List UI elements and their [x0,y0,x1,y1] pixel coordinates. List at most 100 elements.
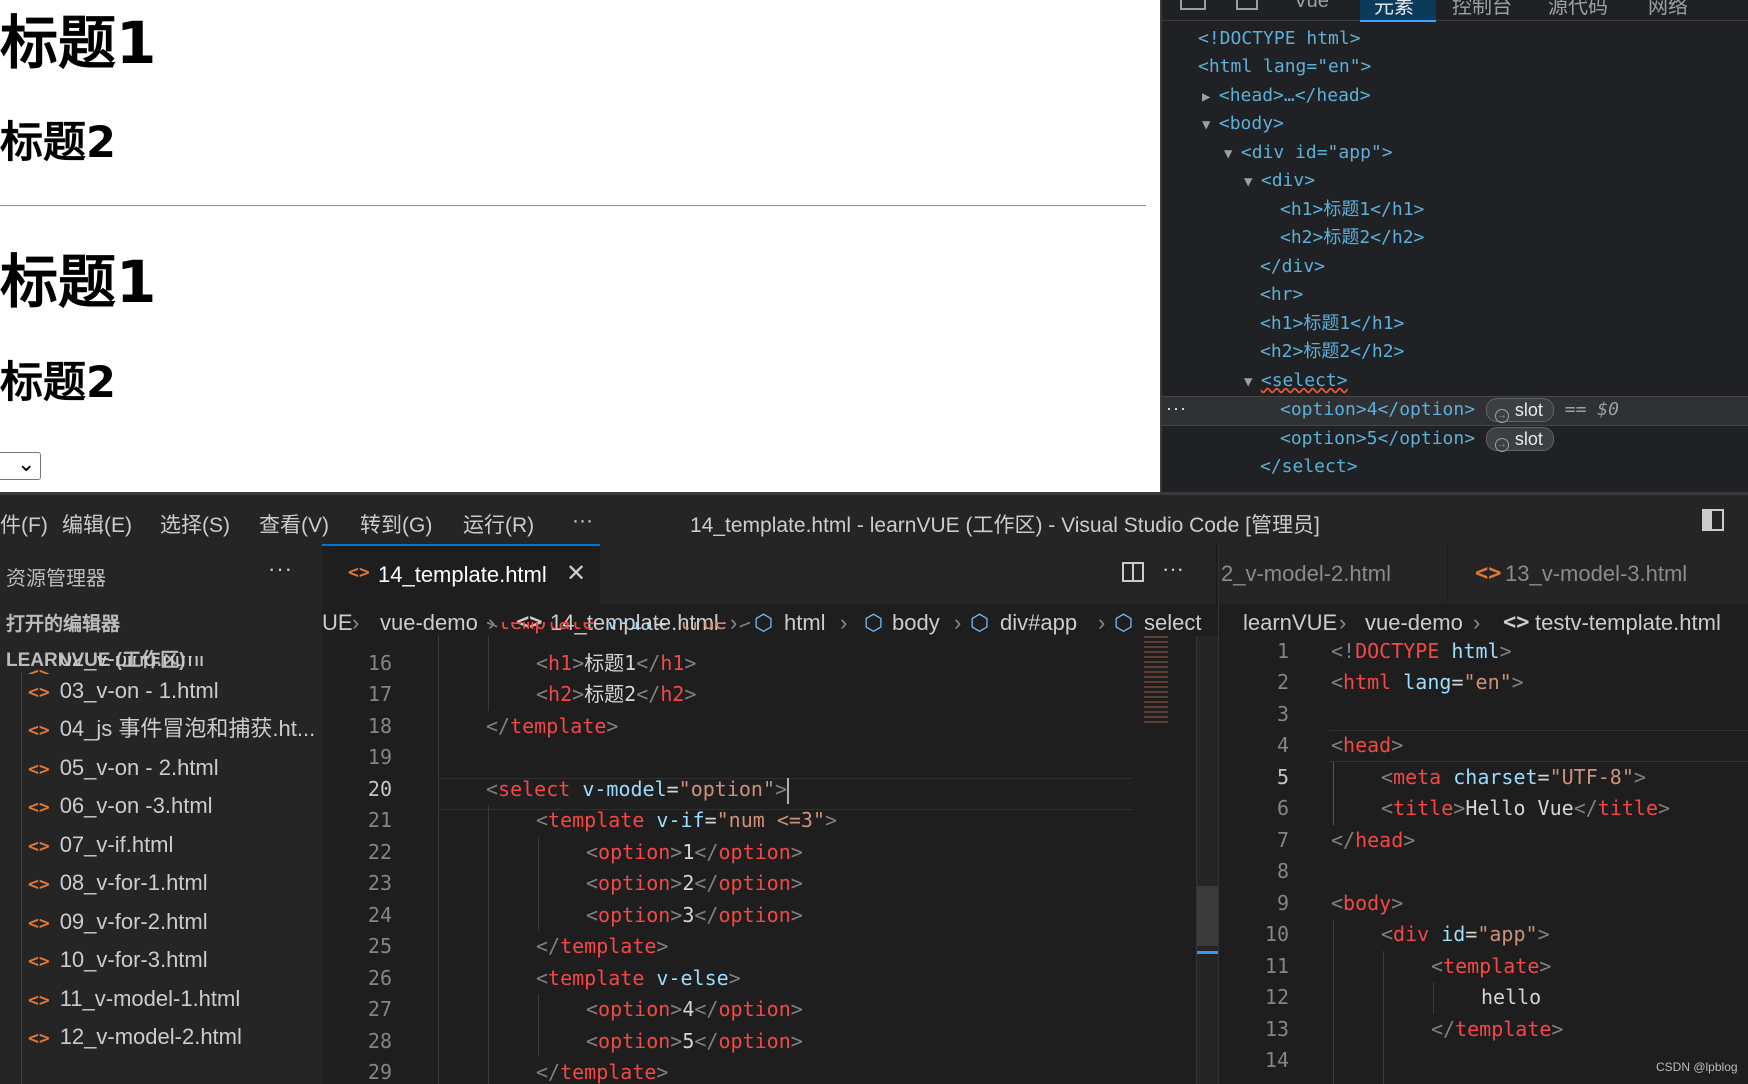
code-line[interactable]: <option>5</option> [586,1026,803,1057]
dom-line[interactable]: ▶ <head>…</head> [1202,82,1371,110]
dom-line[interactable]: ▼ <body> [1202,110,1284,138]
code-line[interactable]: <template v-else> [536,963,741,994]
close-icon[interactable]: ✕ [566,559,586,588]
slot-badge[interactable]: → slot [1485,398,1554,423]
line-number: 18 [367,714,392,738]
dom-line[interactable]: <h1>标题1</h1> [1260,310,1404,338]
menu-go[interactable]: 转到(G) [360,509,432,539]
menu-selection[interactable]: 选择(S) [160,509,230,539]
code-line[interactable]: <template> [1431,951,1551,982]
inspect-icon[interactable] [1180,0,1206,10]
dom-line[interactable]: ▼ <div> [1244,167,1315,195]
code-line[interactable]: <head> [1331,730,1403,761]
code-line[interactable]: </template> [1431,1014,1563,1045]
file-item[interactable]: <> 07_v-if.html [28,828,173,862]
devtools-tab-console[interactable]: 控制台 [1452,0,1512,19]
dom-line[interactable]: <h2>标题2</h2> [1260,338,1404,366]
option-select[interactable]: ⌄ [0,451,41,480]
explorer-more-icon[interactable]: ··· [268,556,293,582]
code-line[interactable]: <select v-model="option"> [486,774,790,805]
code-line[interactable]: <template v-if="true"> [486,622,751,638]
code-line[interactable]: </template> [536,931,668,962]
dom-line[interactable]: <h2>标题2</h2> [1280,224,1424,252]
code-line[interactable]: </head> [1331,825,1415,856]
devtools-tab-elements[interactable]: 元素 [1360,0,1436,22]
code-line[interactable]: <div id="app"> [1381,919,1550,950]
file-item[interactable]: <> 11_v-model-1.html [28,982,240,1016]
file-item[interactable]: <> 08_v-for-1.html [28,866,208,900]
code-line[interactable]: <option>3</option> [586,900,803,931]
menu-file[interactable]: 件(F) [0,509,48,539]
collapse-triangle-icon[interactable]: ▼ [1202,117,1219,133]
breadcrumb-symbol[interactable]: div#app [1000,610,1077,636]
breadcrumb-symbol[interactable]: html [784,610,826,636]
code-line[interactable]: <option>4</option> [586,994,803,1025]
code-line[interactable]: <option>1</option> [586,837,803,868]
code-line[interactable]: hello [1481,982,1541,1013]
file-item[interactable]: <> 05_v-on - 2.html [28,751,219,785]
html-file-icon: <> [28,664,50,674]
breadcrumb-symbol[interactable]: select [1144,610,1201,636]
code-line[interactable]: </template> [486,711,618,742]
code-line[interactable]: <title>Hello Vue</title> [1381,793,1670,824]
line-number: 10 [1264,922,1289,946]
open-editors-section[interactable]: 打开的编辑器 [6,609,120,636]
dom-line[interactable]: </select> [1260,453,1358,481]
line-number: 28 [367,1029,392,1053]
dom-line[interactable]: <h1>标题1</h1> [1280,196,1424,224]
dom-line[interactable]: ▼ <select> [1244,367,1348,395]
device-toolbar-icon[interactable] [1236,0,1258,10]
file-item[interactable]: <> 03_v-on - 1.html [28,674,219,708]
breadcrumb-folder[interactable]: vue-demo [380,610,478,636]
menu-view[interactable]: 查看(V) [259,509,329,539]
code-line[interactable]: <h2>标题2</h2> [536,679,696,710]
file-item[interactable]: <>02_v-bind.html [28,656,204,674]
tab-v-model-2[interactable]: 2_v-model-2.html [1221,544,1391,604]
dom-line[interactable]: ▼ <div id="app"> [1224,139,1393,167]
code-line[interactable]: <h1>标题1</h1> [536,648,696,679]
file-item[interactable]: <> 12_v-model-2.html [28,1020,242,1054]
code-line[interactable]: </template> [536,1057,668,1084]
line-number: 29 [367,1060,392,1084]
devtools-tab-network[interactable]: 网络 [1648,0,1688,19]
code-line[interactable]: <html lang="en"> [1331,667,1524,698]
breadcrumb-folder[interactable]: UE [322,610,353,636]
collapse-triangle-icon[interactable]: ▼ [1224,146,1241,162]
file-item[interactable]: <> 09_v-for-2.html [28,905,208,939]
toggle-sidebar-icon[interactable] [1702,509,1724,531]
dom-line[interactable]: <!DOCTYPE html> [1198,25,1361,53]
tab-v-model-3[interactable]: 13_v-model-3.html [1505,544,1687,604]
menu-run[interactable]: 运行(R) [463,509,534,539]
dom-node-more-icon[interactable]: ··· [1166,398,1187,419]
devtools-tab-vue[interactable]: Vue [1294,0,1329,13]
file-item[interactable]: <> 10_v-for-3.html [28,943,208,977]
code-line[interactable]: <meta charset="UTF-8"> [1381,762,1646,793]
file-item[interactable]: <> 04_js 事件冒泡和捕获.ht... [28,712,315,746]
editor-more-icon[interactable]: ··· [1162,556,1184,582]
breadcrumb-symbol[interactable]: body [892,610,940,636]
breadcrumb-file[interactable]: testv-template.html [1535,610,1721,636]
breadcrumb-folder[interactable]: learnVUE [1243,610,1337,636]
file-item[interactable]: <> 06_v-on -3.html [28,789,213,823]
collapse-triangle-icon[interactable]: ▼ [1244,174,1261,190]
dom-line[interactable]: <html lang="en"> [1198,53,1371,81]
dom-line[interactable]: </div> [1260,253,1325,281]
menu-more[interactable]: ··· [572,509,593,533]
breadcrumb-folder[interactable]: vue-demo [1365,610,1463,636]
dom-line[interactable]: <option>5</option> → slot [1280,425,1554,453]
slot-badge[interactable]: → slot [1485,427,1554,452]
tab-14-template[interactable]: <> 14_template.html ✕ [322,544,600,604]
dom-line[interactable]: <hr> [1260,281,1303,309]
code-line[interactable]: <template v-if="num <=3"> [536,805,837,836]
code-line[interactable]: <option>2</option> [586,868,803,899]
code-line[interactable]: <!DOCTYPE html> [1331,636,1512,667]
devtools-tab-sources[interactable]: 源代码 [1548,0,1608,19]
dom-line-selected[interactable]: <option>4</option> → slot == $0 [1280,396,1619,424]
editor-scrollbar[interactable] [1196,636,1219,1084]
collapse-triangle-icon[interactable]: ▼ [1244,374,1261,390]
split-editor-icon[interactable] [1122,562,1144,582]
expand-triangle-icon[interactable]: ▶ [1202,89,1219,105]
menu-edit[interactable]: 编辑(E) [62,509,132,539]
chevron-right-icon: › [1473,610,1481,635]
code-line[interactable]: <body> [1331,888,1403,919]
